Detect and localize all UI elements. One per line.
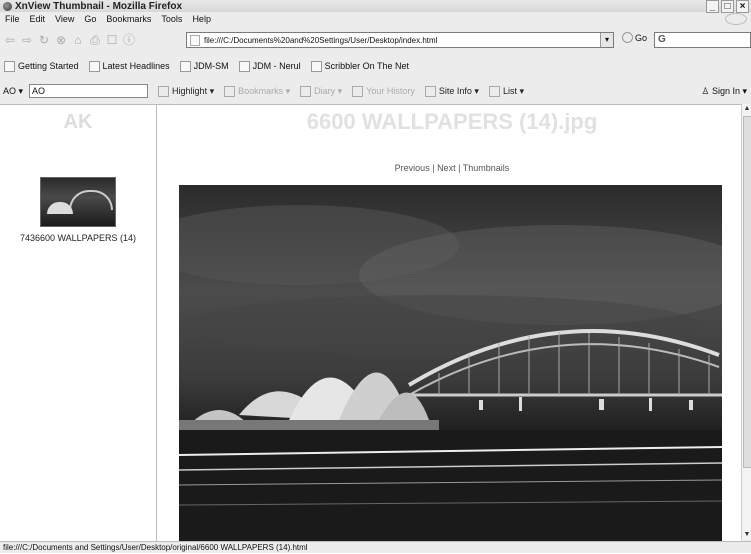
previous-link[interactable]: Previous (395, 163, 430, 173)
link-separator: | (458, 163, 461, 173)
menu-help[interactable]: Help (187, 14, 216, 24)
title-bar: XnView Thumbnail - Mozilla Firefox _ □ × (0, 0, 751, 13)
rss-icon (88, 60, 100, 72)
reload-icon[interactable]: ↻ (37, 33, 51, 47)
highlight-button[interactable]: Highlight ▾ (158, 85, 214, 97)
highlight-icon (158, 85, 170, 97)
bookmark-icon (224, 85, 236, 97)
image-title: 6600 WALLPAPERS (14).jpg (306, 109, 598, 134)
menu-view[interactable]: View (50, 14, 79, 24)
site-info-button[interactable]: Site Info ▾ (424, 85, 479, 97)
addon-logo[interactable]: AO ▾ (3, 86, 23, 97)
link-separator: | (432, 163, 435, 173)
frame-heading: AK (63, 111, 93, 133)
page-icon (310, 60, 322, 72)
menu-bookmarks[interactable]: Bookmarks (101, 14, 156, 24)
thumbnail-card[interactable]: 7436600 WALLPAPERS (14) (12, 177, 144, 257)
page-content: AK 7436600 WALLPAPERS (14) 6600 WALLPAPE… (0, 104, 741, 541)
scroll-down-icon[interactable]: ▼ (742, 530, 751, 540)
bookmarks-button[interactable]: Bookmarks ▾ (224, 85, 290, 97)
menu-edit[interactable]: Edit (25, 14, 51, 24)
go-icon (622, 32, 633, 43)
vertical-scrollbar[interactable]: ▲ ▼ (741, 104, 751, 540)
sydney-harbour-image (179, 205, 722, 541)
print-icon[interactable]: ⎙ (88, 33, 102, 47)
user-icon: ♙ (701, 86, 710, 96)
bridge-shape (69, 190, 113, 210)
next-link[interactable]: Next (437, 163, 456, 173)
thumbnail-frame: AK 7436600 WALLPAPERS (14) (0, 105, 157, 541)
wallpaper-photo (179, 185, 722, 541)
bookmark-jdm-sm[interactable]: JDM-SM (179, 60, 229, 72)
list-icon (488, 85, 500, 97)
addon-label: Site Info (438, 86, 472, 96)
stop-icon[interactable]: ⊗ (54, 33, 68, 47)
diary-icon (300, 85, 312, 97)
forward-icon[interactable]: ⇨ (20, 33, 34, 47)
site-info-icon (424, 85, 436, 97)
thumbnails-link[interactable]: Thumbnails (463, 163, 510, 173)
addon-logo-label: AO (3, 86, 17, 96)
minimize-button[interactable]: _ (706, 0, 719, 13)
page-icon (190, 34, 200, 46)
info-icon[interactable]: ⓘ (122, 33, 136, 47)
scrollbar-thumb[interactable] (743, 116, 751, 468)
page-icon (238, 60, 250, 72)
page-icon (179, 60, 191, 72)
bookmark-label: Scribbler On The Net (324, 61, 409, 71)
window-title: XnView Thumbnail - Mozilla Firefox (15, 0, 183, 12)
list-button[interactable]: List ▾ (488, 85, 524, 97)
close-button[interactable]: × (736, 0, 749, 13)
thumbnail-caption[interactable]: 7436600 WALLPAPERS (14) (12, 233, 144, 243)
bookmark-jdm-nerul[interactable]: JDM - Nerul (238, 60, 301, 72)
navigation-toolbar: ⇦ ⇨ ↻ ⊗ ⌂ ⎙ ☐ ⓘ file:///C:/Documents%20a… (0, 26, 751, 54)
bookmarks-toolbar: Getting Started Latest Headlines JDM-SM … (0, 56, 751, 76)
bookmark-label: JDM - Nerul (252, 61, 301, 71)
bookmark-getting-started[interactable]: Getting Started (4, 60, 79, 72)
back-icon[interactable]: ⇦ (3, 33, 17, 47)
window-controls: _ □ × (706, 0, 749, 13)
search-input[interactable]: G (654, 32, 751, 48)
go-button[interactable]: Go (622, 32, 647, 43)
addon-search-combo[interactable]: AO (29, 84, 149, 98)
image-frame: 6600 WALLPAPERS (14).jpg Previous | Next… (157, 105, 741, 541)
window-icon[interactable]: ☐ (105, 33, 119, 47)
firefox-bookmark-icon (4, 60, 15, 72)
menu-tools[interactable]: Tools (156, 14, 187, 24)
addon-label: Diary (314, 86, 336, 96)
menu-bar: File Edit View Go Bookmarks Tools Help (0, 13, 751, 25)
bookmark-label: Getting Started (18, 61, 79, 71)
home-icon[interactable]: ⌂ (71, 33, 85, 47)
bookmark-latest-headlines[interactable]: Latest Headlines (88, 60, 170, 72)
status-bar: file:///C:/Documents and Settings/User/D… (0, 541, 751, 553)
throbber-icon (725, 13, 747, 25)
image-nav-links: Previous | Next | Thumbnails (157, 163, 747, 173)
go-label: Go (635, 32, 648, 43)
sign-in-label: Sign In (711, 86, 740, 96)
diary-button[interactable]: Diary ▾ (300, 85, 342, 97)
url-bar[interactable]: file:///C:/Documents%20and%20Settings/Us… (186, 32, 614, 48)
history-button[interactable]: Your History (352, 85, 415, 97)
url-dropdown-icon[interactable]: ▾ (600, 33, 613, 47)
firefox-icon (3, 1, 12, 11)
addon-label: List (502, 86, 517, 96)
thumbnail-image[interactable] (40, 177, 116, 227)
history-icon (352, 85, 364, 97)
addon-label: Your History (366, 86, 415, 96)
bookmark-label: JDM-SM (193, 61, 229, 71)
menu-go[interactable]: Go (79, 14, 101, 24)
sign-in-button[interactable]: ♙ Sign In ▾ (701, 86, 747, 97)
addon-label: Highlight (172, 86, 208, 96)
maximize-button[interactable]: □ (721, 0, 734, 13)
scroll-up-icon[interactable]: ▲ (742, 104, 751, 114)
addon-label: Bookmarks (238, 86, 284, 96)
bookmark-scribbler[interactable]: Scribbler On The Net (310, 60, 409, 72)
url-text: file:///C:/Documents%20and%20Settings/Us… (204, 35, 438, 45)
addon-toolbar: AO ▾ AO Highlight ▾ Bookmarks ▾ Diary ▾ … (0, 80, 751, 102)
browser-window: XnView Thumbnail - Mozilla Firefox _ □ ×… (0, 0, 751, 553)
menu-file[interactable]: File (0, 14, 25, 24)
bookmark-label: Latest Headlines (102, 61, 170, 71)
